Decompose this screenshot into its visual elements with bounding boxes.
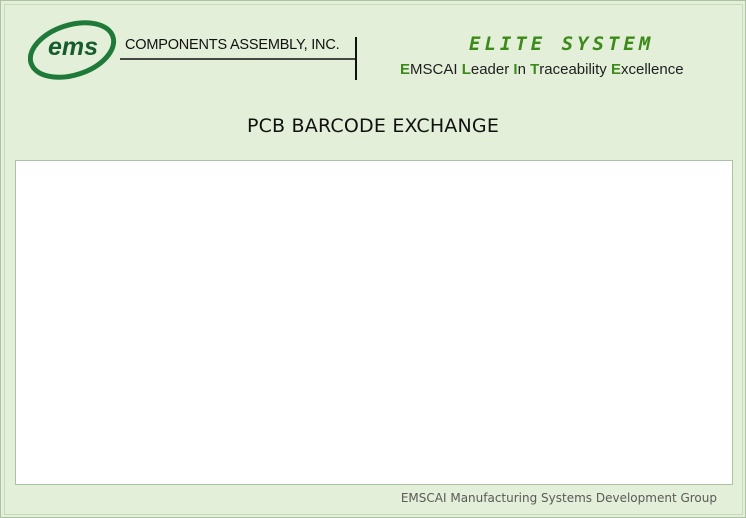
tagline-word: xcellence (621, 61, 684, 78)
tagline: EMSCAI Leader In Traceability Excellence (400, 61, 684, 78)
page-title: PCB BARCODE EXCHANGE (246, 115, 500, 137)
tagline-word: eader (470, 61, 514, 78)
company-logo: ems COMPONENTS ASSEMBLY, INC. (27, 15, 368, 85)
app-window: ems COMPONENTS ASSEMBLY, INC. ELITE SYST… (0, 0, 746, 518)
tagline-word: n (517, 61, 531, 78)
tagline-cap: L (461, 61, 471, 78)
content-panel (15, 160, 733, 485)
tagline-word: MSCAI (410, 61, 462, 78)
logo-ems-text: ems (48, 33, 99, 61)
elite-system-title: ELITE SYSTEM (469, 33, 655, 55)
tagline-cap: E (400, 61, 411, 78)
tagline-cap: T (530, 61, 540, 78)
tagline-cap: E (610, 61, 621, 78)
tagline-word: raceability (539, 61, 611, 78)
footer-text: EMSCAI Manufacturing Systems Development… (400, 491, 717, 505)
logo-company-name: COMPONENTS ASSEMBLY, INC. (125, 37, 340, 53)
